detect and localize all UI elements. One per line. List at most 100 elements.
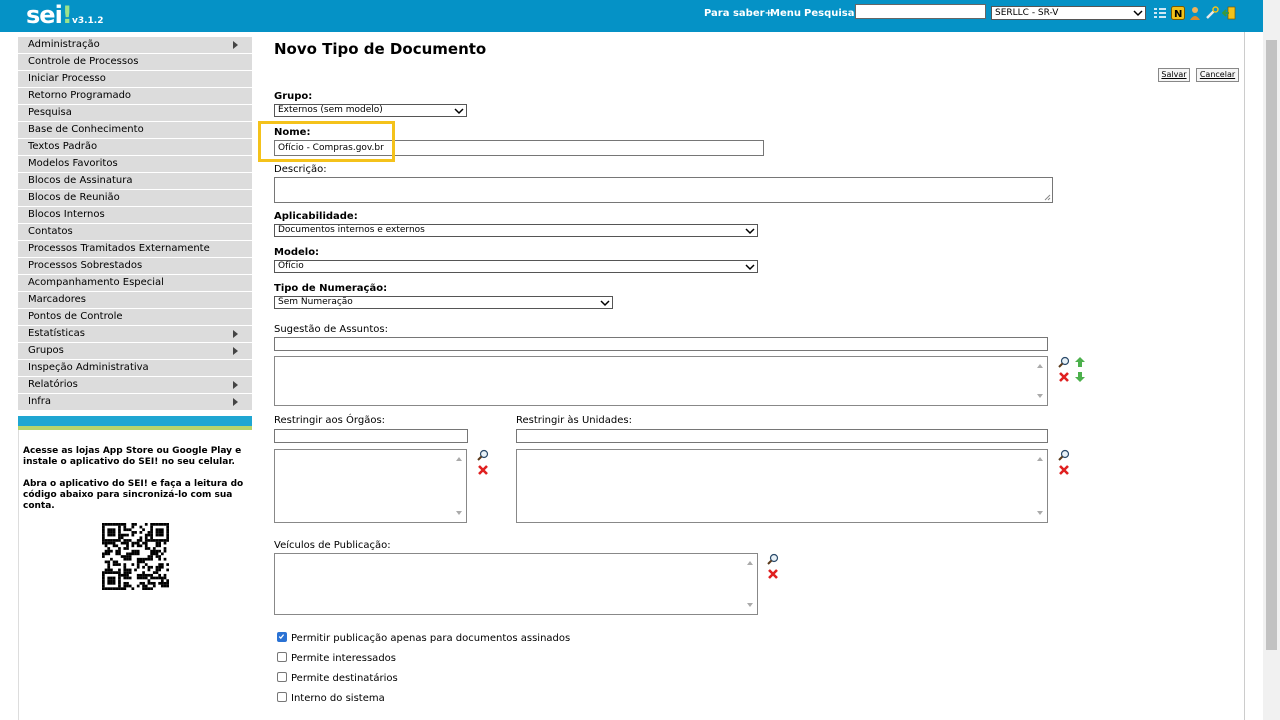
veiculos-list[interactable]: [274, 553, 758, 615]
chevron-down-icon: [1133, 10, 1143, 17]
page-scrollbar-thumb[interactable]: [1266, 40, 1277, 650]
unidades-list[interactable]: [516, 449, 1048, 523]
grupo-select[interactable]: Externos (sem modelo): [274, 104, 467, 117]
assuntos-list[interactable]: [274, 356, 1048, 406]
search-icon[interactable]: [767, 553, 779, 565]
sidebar-item[interactable]: Inspeção Administrativa: [18, 360, 252, 376]
cancel-button-label: Cancelar: [1199, 70, 1236, 79]
nav-para-saber[interactable]: Para saber+: [704, 8, 773, 19]
checkbox[interactable]: [277, 652, 287, 662]
scroll-down-icon[interactable]: [1037, 511, 1043, 515]
numeracao-select-value: Sem Numeração: [278, 297, 353, 307]
qr-code-icon: [102, 523, 169, 590]
sidebar-item[interactable]: Marcadores: [18, 292, 252, 308]
remove-icon[interactable]: [1058, 371, 1070, 383]
descricao-textarea[interactable]: [274, 177, 1053, 203]
unit-select-value: SERLLC - SR-V: [995, 8, 1059, 18]
sidebar-item[interactable]: Estatísticas: [18, 326, 252, 342]
sidebar-divider-green: [18, 426, 252, 430]
scroll-up-icon[interactable]: [456, 457, 462, 461]
remove-icon[interactable]: [1058, 464, 1070, 476]
sidebar-item[interactable]: Controle de Processos: [18, 54, 252, 70]
modelo-select[interactable]: Ofício: [274, 260, 758, 273]
sei-logo[interactable]: sei!: [26, 1, 73, 29]
sidebar-item[interactable]: Infra: [18, 394, 252, 410]
assuntos-input[interactable]: [274, 337, 1048, 351]
checkbox[interactable]: [277, 632, 287, 642]
sidebar-item-label: Blocos de Reunião: [28, 192, 120, 203]
sidebar-item-label: Administração: [28, 39, 100, 50]
app-promo: Acesse as lojas App Store ou Google Play…: [23, 446, 251, 523]
sidebar-item[interactable]: Administração: [18, 37, 252, 53]
nav-menu[interactable]: Menu: [770, 8, 801, 19]
scroll-down-icon[interactable]: [747, 603, 753, 607]
search-icon[interactable]: [1058, 356, 1070, 368]
app-promo-text-2: Abra o aplicativo do SEI! e faça a leitu…: [23, 479, 244, 511]
unit-select[interactable]: SERLLC - SR-V: [991, 6, 1146, 20]
scroll-down-icon[interactable]: [1037, 394, 1043, 398]
save-button[interactable]: Salvar: [1158, 68, 1190, 82]
move-up-icon[interactable]: [1074, 356, 1086, 368]
sidebar-item[interactable]: Grupos: [18, 343, 252, 359]
sidebar-item[interactable]: Retorno Programado: [18, 88, 252, 104]
unidades-input[interactable]: [516, 429, 1048, 443]
grupo-label: Grupo:: [274, 91, 313, 102]
sidebar-item[interactable]: Iniciar Processo: [18, 71, 252, 87]
scroll-up-icon[interactable]: [747, 561, 753, 565]
sidebar-item[interactable]: Modelos Favoritos: [18, 156, 252, 172]
scroll-up-icon[interactable]: [1037, 364, 1043, 368]
sidebar-item[interactable]: Pontos de Controle: [18, 309, 252, 325]
checkbox-label[interactable]: Permite interessados: [291, 653, 396, 664]
scroll-up-icon[interactable]: [1037, 457, 1043, 461]
tools-icon[interactable]: [1205, 6, 1219, 20]
sidebar-item[interactable]: Processos Tramitados Externamente: [18, 241, 252, 257]
sidebar-item-label: Processos Sobrestados: [28, 260, 143, 271]
checkbox-label[interactable]: Interno do sistema: [291, 693, 385, 704]
sidebar-item[interactable]: Blocos de Assinatura: [18, 173, 252, 189]
remove-icon[interactable]: [767, 568, 779, 580]
nav-pesquisa[interactable]: Pesquisa: [804, 8, 854, 19]
aplicabilidade-select[interactable]: Documentos internos e externos: [274, 224, 758, 237]
checkbox[interactable]: [277, 692, 287, 702]
checkbox-label[interactable]: Permitir publicação apenas para document…: [291, 633, 570, 644]
chevron-down-icon: [745, 264, 755, 271]
search-icon[interactable]: [477, 449, 489, 461]
sidebar-item[interactable]: Textos Padrão: [18, 139, 252, 155]
sidebar-item-label: Iniciar Processo: [28, 73, 106, 84]
orgaos-label: Restringir aos Órgãos:: [274, 415, 386, 426]
chevron-down-icon: [454, 108, 464, 115]
list-icon[interactable]: [1153, 6, 1167, 20]
orgaos-input[interactable]: [274, 429, 468, 443]
scroll-down-icon[interactable]: [456, 511, 462, 515]
top-search-input[interactable]: [855, 4, 986, 19]
checkbox[interactable]: [277, 672, 287, 682]
sidebar-item[interactable]: Blocos de Reunião: [18, 190, 252, 206]
cancel-button[interactable]: Cancelar: [1196, 68, 1239, 82]
resize-handle-icon[interactable]: [1044, 194, 1051, 201]
sidebar-item[interactable]: Relatórios: [18, 377, 252, 393]
sidebar-item[interactable]: Processos Sobrestados: [18, 258, 252, 274]
sidebar-item-label: Modelos Favoritos: [28, 158, 118, 169]
sidebar-item[interactable]: Acompanhamento Especial: [18, 275, 252, 291]
app-promo-text-1: Acesse as lojas App Store ou Google Play…: [23, 446, 242, 467]
user-icon[interactable]: [1188, 6, 1202, 20]
sidebar-item[interactable]: Contatos: [18, 224, 252, 240]
sidebar-item-label: Pesquisa: [28, 107, 72, 118]
search-icon[interactable]: [1058, 449, 1070, 461]
exit-icon[interactable]: [1222, 6, 1236, 20]
remove-icon[interactable]: [477, 464, 489, 476]
sidebar-item-label: Pontos de Controle: [28, 311, 123, 322]
sidebar-item[interactable]: Base de Conhecimento: [18, 122, 252, 138]
notes-icon[interactable]: N: [1171, 6, 1185, 20]
sidebar-item[interactable]: Pesquisa: [18, 105, 252, 121]
checkbox-label[interactable]: Permite destinatários: [291, 673, 398, 684]
sidebar-item-label: Grupos: [28, 345, 64, 356]
sidebar-item-label: Estatísticas: [28, 328, 86, 339]
numeracao-select[interactable]: Sem Numeração: [274, 296, 613, 309]
sidebar-divider-blue: [18, 416, 252, 426]
sidebar-menu: Administração Controle de Processos Inicia…: [18, 37, 252, 411]
move-down-icon[interactable]: [1074, 371, 1086, 383]
submenu-arrow-icon: [233, 381, 238, 389]
orgaos-list[interactable]: [274, 449, 467, 523]
sidebar-item[interactable]: Blocos Internos: [18, 207, 252, 223]
